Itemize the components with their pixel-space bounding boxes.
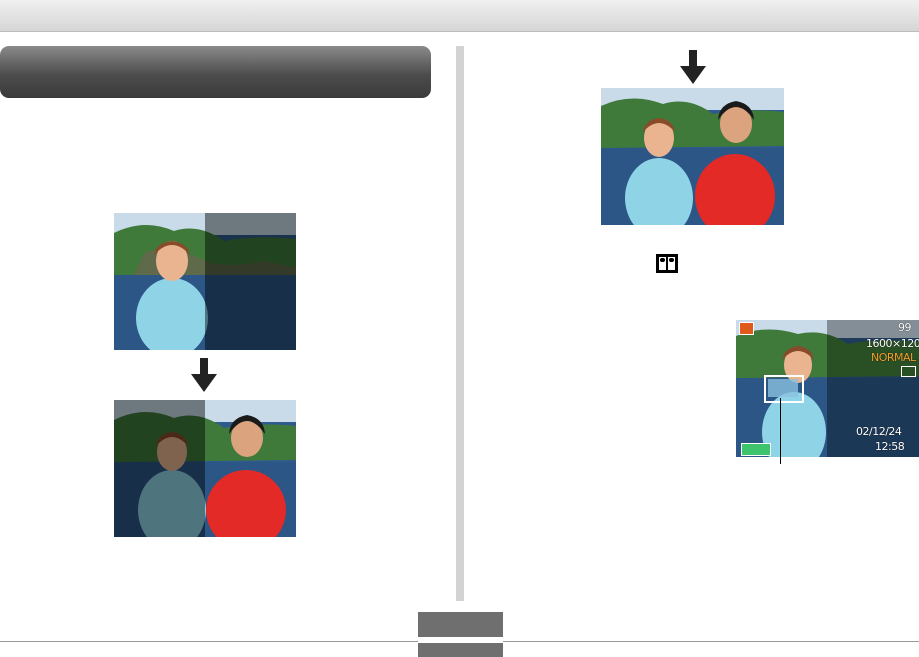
lcd-quality: NORMAL xyxy=(871,351,916,364)
down-arrow-icon xyxy=(680,50,706,84)
lcd-shots-remaining: 99 xyxy=(898,321,912,334)
down-arrow-icon xyxy=(191,358,217,392)
lcd-camera-mode-icon xyxy=(901,366,916,377)
lcd-guide-frame xyxy=(764,375,804,403)
battery-icon xyxy=(741,443,771,456)
photo-first-shot xyxy=(114,213,296,350)
photo-combined-result xyxy=(601,88,784,225)
page-tab-divider xyxy=(418,637,503,643)
coupling-shot-mode-icon xyxy=(656,254,678,273)
flash-icon xyxy=(739,322,754,335)
callout-line xyxy=(780,398,781,464)
section-header-bar xyxy=(0,46,431,98)
lcd-date: 02/12/24 xyxy=(856,425,902,438)
lcd-time: 12:58 xyxy=(875,440,905,453)
column-divider xyxy=(456,46,464,601)
lcd-image-size: 1600×1200 xyxy=(866,337,919,350)
page-number-tab xyxy=(418,612,503,657)
photo-second-shot xyxy=(114,400,296,537)
top-header-bar xyxy=(0,0,919,32)
